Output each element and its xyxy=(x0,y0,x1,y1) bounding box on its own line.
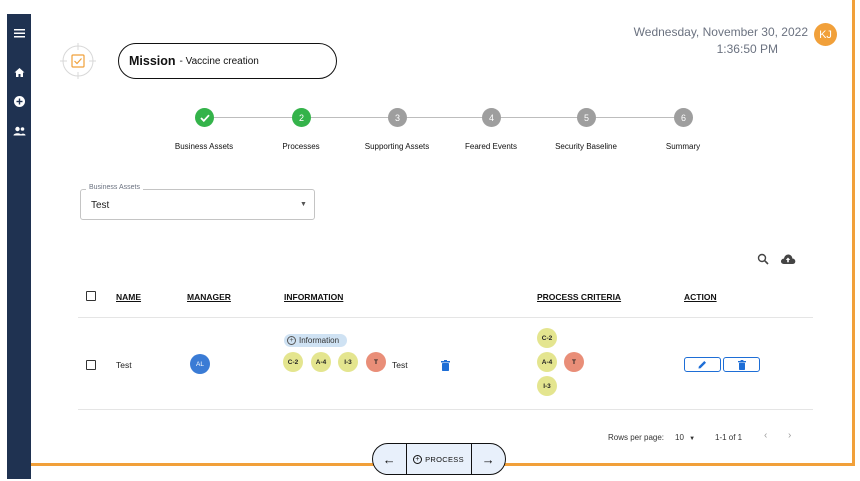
datetime-display: Wednesday, November 30, 2022 1:36:50 PM xyxy=(634,24,808,58)
information-text: Test xyxy=(392,360,408,370)
delete-information-icon[interactable] xyxy=(441,358,450,371)
select-all-checkbox[interactable] xyxy=(86,291,96,301)
criteria-chip: I-3 xyxy=(537,376,557,396)
check-icon xyxy=(199,114,210,122)
business-assets-value: Test xyxy=(91,200,110,211)
business-assets-label: Business Assets xyxy=(86,184,143,191)
home-icon[interactable] xyxy=(7,67,31,80)
step-6-label[interactable]: Summary xyxy=(628,142,738,151)
app-logo xyxy=(60,43,96,79)
dropdown-arrow-icon: ▼ xyxy=(689,436,696,442)
criteria-chip: A-4 xyxy=(537,352,557,372)
edit-button[interactable] xyxy=(684,357,721,372)
mission-title-box: Mission - Vaccine creation xyxy=(118,43,337,79)
criteria-chip: T xyxy=(564,352,584,372)
add-circle-icon: + xyxy=(413,454,423,464)
add-circle-icon[interactable] xyxy=(7,96,31,109)
step-4-circle[interactable]: 4 xyxy=(482,108,501,127)
column-header-action[interactable]: ACTION xyxy=(684,292,717,302)
column-header-process-criteria[interactable]: PROCESS CRITERIA xyxy=(537,292,621,302)
information-chip: I-3 xyxy=(338,352,358,372)
step-connector xyxy=(407,117,484,118)
mission-label: Mission xyxy=(129,54,176,68)
column-header-name[interactable]: NAME xyxy=(116,292,141,302)
pencil-icon xyxy=(698,361,706,369)
step-connector xyxy=(501,117,579,118)
information-chip: C-2 xyxy=(283,352,303,372)
step-6-circle[interactable]: 6 xyxy=(674,108,693,127)
next-page-icon[interactable]: › xyxy=(788,430,791,441)
criteria-chip: C-2 xyxy=(537,328,557,348)
trash-icon xyxy=(737,359,746,370)
rows-per-page-select[interactable]: 10 ▼ xyxy=(675,433,695,442)
row-name: Test xyxy=(116,360,132,370)
menu-icon[interactable] xyxy=(7,28,31,40)
next-button[interactable]: → xyxy=(472,444,505,474)
back-button[interactable]: ← xyxy=(373,444,407,474)
information-chip: A-4 xyxy=(311,352,331,372)
delete-button[interactable] xyxy=(723,357,760,372)
pagination-range: 1-1 of 1 xyxy=(715,433,743,442)
step-1-circle[interactable] xyxy=(195,108,214,127)
business-assets-select[interactable] xyxy=(80,189,315,220)
process-button-label: PROCESS xyxy=(425,454,464,464)
group-icon[interactable] xyxy=(7,126,31,138)
step-1-label[interactable]: Business Assets xyxy=(149,142,259,151)
step-connector xyxy=(311,117,390,118)
step-navigation: ← + PROCESS → xyxy=(372,443,506,475)
current-time: 1:36:50 PM xyxy=(716,42,778,56)
rows-per-page-value: 10 xyxy=(675,433,684,442)
current-date: Wednesday, November 30, 2022 xyxy=(633,25,808,39)
process-button[interactable]: + PROCESS xyxy=(407,444,472,474)
step-connector xyxy=(214,117,294,118)
step-4-label[interactable]: Feared Events xyxy=(436,142,546,151)
step-2-label[interactable]: Processes xyxy=(246,142,356,151)
search-icon[interactable] xyxy=(757,252,771,266)
rows-per-page-label: Rows per page: xyxy=(608,433,665,442)
user-avatar[interactable]: KJ xyxy=(814,23,837,46)
table-divider xyxy=(78,317,813,318)
step-5-circle[interactable]: 5 xyxy=(577,108,596,127)
row-checkbox[interactable] xyxy=(86,360,96,370)
cloud-upload-icon[interactable] xyxy=(780,252,797,266)
step-connector xyxy=(596,117,676,118)
mission-value: - Vaccine creation xyxy=(179,55,259,67)
sidebar xyxy=(7,14,31,479)
step-3-circle[interactable]: 3 xyxy=(388,108,407,127)
table-divider xyxy=(78,409,813,410)
column-header-manager[interactable]: MANAGER xyxy=(187,292,231,302)
manager-avatar: AL xyxy=(190,354,210,374)
information-tag-label: Information xyxy=(299,336,340,345)
add-circle-icon: + xyxy=(287,336,296,345)
step-5-label[interactable]: Security Baseline xyxy=(531,142,641,151)
information-chip: T xyxy=(366,352,386,372)
arrow-right-icon: → xyxy=(481,451,495,467)
information-tag[interactable]: + Information xyxy=(284,334,347,347)
frame-border-right xyxy=(852,0,855,466)
step-2-circle[interactable]: 2 xyxy=(292,108,311,127)
previous-page-icon[interactable]: ‹ xyxy=(764,430,767,441)
arrow-left-icon: ← xyxy=(382,451,396,467)
column-header-information[interactable]: INFORMATION xyxy=(284,292,343,302)
dropdown-arrow-icon[interactable]: ▼ xyxy=(300,201,307,208)
